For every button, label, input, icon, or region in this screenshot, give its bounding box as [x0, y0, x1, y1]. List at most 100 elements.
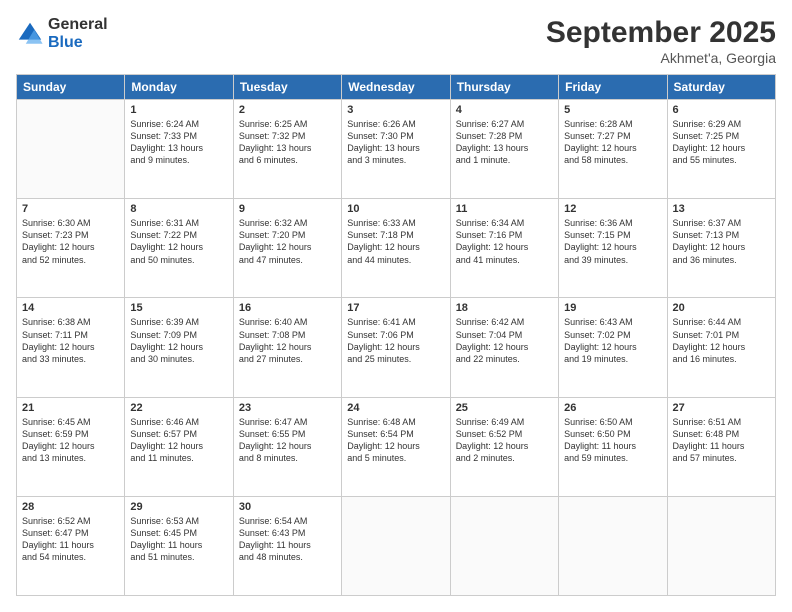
- calendar-cell: 9 Sunrise: 6:32 AM Sunset: 7:20 PM Daylig…: [233, 199, 341, 298]
- logo-general: General: [48, 16, 108, 34]
- day-info: Sunrise: 6:51 AM Sunset: 6:48 PM Dayligh…: [673, 416, 770, 465]
- calendar-cell: 26Sunrise: 6:50 AM Sunset: 6:50 PM Dayli…: [559, 397, 667, 496]
- day-info: Sunrise: 6:47 AM Sunset: 6:55 PM Dayligh…: [239, 416, 336, 465]
- day-number: 22: [130, 402, 227, 414]
- calendar-week-row: 21 Sunrise: 6:45 AM Sunset: 6:59 PM Dayli…: [17, 397, 776, 496]
- day-info: Sunrise: 6:32 AM Sunset: 7:20 PM Dayligh…: [239, 217, 336, 266]
- calendar-cell: 20Sunrise: 6:44 AM Sunset: 7:01 PM Dayli…: [667, 298, 775, 397]
- logo-icon: [16, 20, 44, 48]
- day-number: 5: [564, 104, 661, 116]
- day-info: Sunrise: 6:52 AM Sunset: 6:47 PM Dayligh…: [22, 515, 119, 564]
- day-info: Sunrise: 6:39 AM Sunset: 7:09 PM Dayligh…: [130, 316, 227, 365]
- day-info: Sunrise: 6:29 AM Sunset: 7:25 PM Dayligh…: [673, 118, 770, 167]
- day-number: 6: [673, 104, 770, 116]
- calendar-week-row: 7 Sunrise: 6:30 AM Sunset: 7:23 PM Daylig…: [17, 199, 776, 298]
- calendar-cell: 7 Sunrise: 6:30 AM Sunset: 7:23 PM Daylig…: [17, 199, 125, 298]
- calendar-cell: [450, 496, 558, 595]
- day-number: 3: [347, 104, 444, 116]
- day-number: 14: [22, 302, 119, 314]
- calendar-cell: [17, 100, 125, 199]
- page: General Blue September 2025 Akhmet'a, Ge…: [0, 0, 792, 612]
- day-number: 19: [564, 302, 661, 314]
- calendar-cell: 10 Sunrise: 6:33 AM Sunset: 7:18 PM Dayli…: [342, 199, 450, 298]
- calendar-week-row: 1Sunrise: 6:24 AM Sunset: 7:33 PM Daylig…: [17, 100, 776, 199]
- day-number: 9: [239, 203, 336, 215]
- day-number: 25: [456, 402, 553, 414]
- day-number: 10: [347, 203, 444, 215]
- day-number: 24: [347, 402, 444, 414]
- day-info: Sunrise: 6:26 AM Sunset: 7:30 PM Dayligh…: [347, 118, 444, 167]
- calendar-cell: 11Sunrise: 6:34 AM Sunset: 7:16 PM Dayli…: [450, 199, 558, 298]
- calendar-cell: 19 Sunrise: 6:43 AM Sunset: 7:02 PM Dayli…: [559, 298, 667, 397]
- calendar-week-row: 14Sunrise: 6:38 AM Sunset: 7:11 PM Dayli…: [17, 298, 776, 397]
- day-number: 8: [130, 203, 227, 215]
- day-number: 11: [456, 203, 553, 215]
- day-info: Sunrise: 6:25 AM Sunset: 7:32 PM Dayligh…: [239, 118, 336, 167]
- calendar-cell: 3 Sunrise: 6:26 AM Sunset: 7:30 PM Daylig…: [342, 100, 450, 199]
- calendar-cell: 25Sunrise: 6:49 AM Sunset: 6:52 PM Dayli…: [450, 397, 558, 496]
- day-number: 13: [673, 203, 770, 215]
- calendar-cell: 23 Sunrise: 6:47 AM Sunset: 6:55 PM Dayli…: [233, 397, 341, 496]
- calendar-cell: 16 Sunrise: 6:40 AM Sunset: 7:08 PM Dayli…: [233, 298, 341, 397]
- calendar-header-row: SundayMondayTuesdayWednesdayThursdayFrid…: [17, 75, 776, 100]
- day-number: 7: [22, 203, 119, 215]
- calendar-cell: 17 Sunrise: 6:41 AM Sunset: 7:06 PM Dayli…: [342, 298, 450, 397]
- logo: General Blue: [16, 16, 108, 51]
- day-info: Sunrise: 6:24 AM Sunset: 7:33 PM Dayligh…: [130, 118, 227, 167]
- calendar-cell: 15 Sunrise: 6:39 AM Sunset: 7:09 PM Dayli…: [125, 298, 233, 397]
- calendar-cell: 13 Sunrise: 6:37 AM Sunset: 7:13 PM Dayli…: [667, 199, 775, 298]
- day-number: 15: [130, 302, 227, 314]
- day-info: Sunrise: 6:50 AM Sunset: 6:50 PM Dayligh…: [564, 416, 661, 465]
- calendar-cell: 2 Sunrise: 6:25 AM Sunset: 7:32 PM Daylig…: [233, 100, 341, 199]
- day-info: Sunrise: 6:33 AM Sunset: 7:18 PM Dayligh…: [347, 217, 444, 266]
- calendar-cell: 12Sunrise: 6:36 AM Sunset: 7:15 PM Dayli…: [559, 199, 667, 298]
- calendar-cell: 1Sunrise: 6:24 AM Sunset: 7:33 PM Daylig…: [125, 100, 233, 199]
- day-number: 17: [347, 302, 444, 314]
- day-number: 29: [130, 501, 227, 513]
- day-number: 16: [239, 302, 336, 314]
- col-header-saturday: Saturday: [667, 75, 775, 100]
- calendar-table: SundayMondayTuesdayWednesdayThursdayFrid…: [16, 74, 776, 596]
- col-header-monday: Monday: [125, 75, 233, 100]
- calendar-cell: 24Sunrise: 6:48 AM Sunset: 6:54 PM Dayli…: [342, 397, 450, 496]
- day-info: Sunrise: 6:28 AM Sunset: 7:27 PM Dayligh…: [564, 118, 661, 167]
- calendar-cell: 29Sunrise: 6:53 AM Sunset: 6:45 PM Dayli…: [125, 496, 233, 595]
- col-header-friday: Friday: [559, 75, 667, 100]
- title-block: September 2025 Akhmet'a, Georgia: [546, 16, 776, 66]
- day-info: Sunrise: 6:46 AM Sunset: 6:57 PM Dayligh…: [130, 416, 227, 465]
- day-number: 28: [22, 501, 119, 513]
- calendar-cell: 27Sunrise: 6:51 AM Sunset: 6:48 PM Dayli…: [667, 397, 775, 496]
- calendar-cell: 22 Sunrise: 6:46 AM Sunset: 6:57 PM Dayli…: [125, 397, 233, 496]
- day-info: Sunrise: 6:36 AM Sunset: 7:15 PM Dayligh…: [564, 217, 661, 266]
- day-info: Sunrise: 6:45 AM Sunset: 6:59 PM Dayligh…: [22, 416, 119, 465]
- day-info: Sunrise: 6:40 AM Sunset: 7:08 PM Dayligh…: [239, 316, 336, 365]
- day-number: 18: [456, 302, 553, 314]
- day-info: Sunrise: 6:41 AM Sunset: 7:06 PM Dayligh…: [347, 316, 444, 365]
- calendar-cell: 21 Sunrise: 6:45 AM Sunset: 6:59 PM Dayli…: [17, 397, 125, 496]
- day-info: Sunrise: 6:30 AM Sunset: 7:23 PM Dayligh…: [22, 217, 119, 266]
- calendar-cell: 28 Sunrise: 6:52 AM Sunset: 6:47 PM Dayli…: [17, 496, 125, 595]
- day-info: Sunrise: 6:37 AM Sunset: 7:13 PM Dayligh…: [673, 217, 770, 266]
- day-number: 2: [239, 104, 336, 116]
- col-header-wednesday: Wednesday: [342, 75, 450, 100]
- day-number: 30: [239, 501, 336, 513]
- day-number: 23: [239, 402, 336, 414]
- day-info: Sunrise: 6:42 AM Sunset: 7:04 PM Dayligh…: [456, 316, 553, 365]
- col-header-sunday: Sunday: [17, 75, 125, 100]
- day-number: 4: [456, 104, 553, 116]
- logo-blue: Blue: [48, 34, 108, 52]
- day-info: Sunrise: 6:44 AM Sunset: 7:01 PM Dayligh…: [673, 316, 770, 365]
- calendar-cell: 8 Sunrise: 6:31 AM Sunset: 7:22 PM Daylig…: [125, 199, 233, 298]
- day-info: Sunrise: 6:31 AM Sunset: 7:22 PM Dayligh…: [130, 217, 227, 266]
- day-number: 21: [22, 402, 119, 414]
- calendar-cell: 6 Sunrise: 6:29 AM Sunset: 7:25 PM Daylig…: [667, 100, 775, 199]
- calendar-cell: [342, 496, 450, 595]
- location: Akhmet'a, Georgia: [546, 50, 776, 66]
- calendar-cell: 4Sunrise: 6:27 AM Sunset: 7:28 PM Daylig…: [450, 100, 558, 199]
- col-header-tuesday: Tuesday: [233, 75, 341, 100]
- calendar-cell: 30 Sunrise: 6:54 AM Sunset: 6:43 PM Dayli…: [233, 496, 341, 595]
- calendar-cell: 14Sunrise: 6:38 AM Sunset: 7:11 PM Dayli…: [17, 298, 125, 397]
- day-info: Sunrise: 6:43 AM Sunset: 7:02 PM Dayligh…: [564, 316, 661, 365]
- day-info: Sunrise: 6:54 AM Sunset: 6:43 PM Dayligh…: [239, 515, 336, 564]
- calendar-cell: [559, 496, 667, 595]
